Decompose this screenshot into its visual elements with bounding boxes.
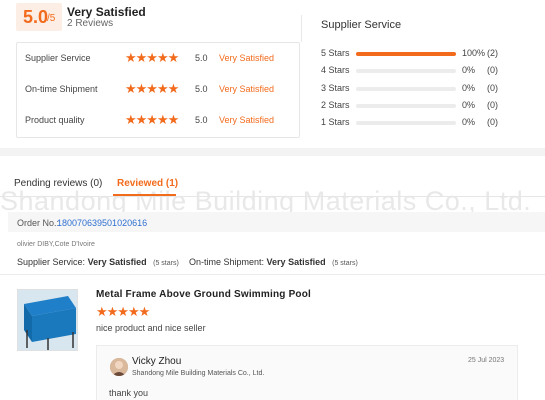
avatar-icon: [110, 358, 128, 376]
supplier-service-rating: Supplier Service: Very Satisfied (5 star…: [17, 257, 179, 267]
order-label: Order No.:: [17, 218, 60, 228]
distribution-bar: [356, 86, 456, 91]
distribution-percent: 100%: [462, 48, 486, 58]
shipment-stars: (5 stars): [332, 260, 358, 267]
criteria-stars: ★★★★★: [125, 112, 179, 127]
reply-company: Shandong Mile Building Materials Co., Lt…: [132, 370, 265, 377]
distribution-percent: 0%: [462, 65, 476, 76]
distribution-count: (0): [487, 65, 498, 76]
criteria-value: 5.0: [195, 53, 208, 63]
distribution-bar: [356, 103, 456, 108]
supplier-service-value: Very Satisfied: [87, 257, 147, 267]
pool-image: [18, 290, 77, 350]
criteria-satisfaction: Very Satisfied: [219, 84, 275, 94]
product-title[interactable]: Metal Frame Above Ground Swimming Pool: [96, 289, 311, 300]
distribution-bar: [356, 52, 456, 56]
shipment-label: On-time Shipment:: [189, 257, 265, 267]
distribution-count: (2): [487, 48, 498, 58]
distribution-bar: [356, 69, 456, 74]
divider: [301, 15, 302, 42]
criteria-stars: ★★★★★: [125, 81, 179, 96]
tab-reviewed[interactable]: Reviewed (1): [117, 178, 178, 189]
section-divider: [0, 148, 545, 156]
product-stars: ★★★★★: [96, 304, 150, 319]
supplier-service-label: Supplier Service:: [17, 257, 86, 267]
distribution-label: 3 Stars: [321, 82, 350, 93]
criteria-stars: ★★★★★: [125, 50, 179, 65]
shipment-value: Very Satisfied: [266, 257, 326, 267]
criteria-label: Supplier Service: [25, 53, 91, 63]
score-denominator: /5: [47, 13, 56, 24]
distribution-count: (0): [487, 117, 498, 128]
distribution-percent: 0%: [462, 117, 476, 128]
distribution-label: 4 Stars: [321, 65, 350, 76]
criteria-label: On-time Shipment: [25, 84, 98, 94]
distribution-count: (0): [487, 99, 498, 110]
review-comment: nice product and nice seller: [96, 323, 206, 333]
distribution-bar-fill: [356, 52, 456, 56]
shipment-rating: On-time Shipment: Very Satisfied (5 star…: [189, 257, 358, 267]
distribution-percent: 0%: [462, 99, 476, 110]
criteria-satisfaction: Very Satisfied: [219, 115, 275, 125]
criteria-value: 5.0: [195, 84, 208, 94]
avatar: [110, 358, 128, 376]
supplier-service-stars: (5 stars): [153, 260, 179, 267]
order-number-link[interactable]: 180070639501020616: [57, 218, 147, 228]
distribution-count: (0): [487, 82, 498, 93]
criteria-value: 5.0: [195, 115, 208, 125]
buyer-info: olivier DIBY,Cote D'Ivoire: [17, 241, 95, 248]
product-image[interactable]: [17, 289, 78, 351]
distribution-label: 2 Stars: [321, 99, 350, 110]
review-count: 2 Reviews: [67, 18, 114, 29]
distribution-title: Supplier Service: [321, 19, 402, 31]
overall-rating-label: Very Satisfied: [67, 5, 146, 19]
distribution-bar: [356, 121, 456, 126]
overall-score: 5.0: [23, 7, 49, 27]
reply-date: 25 Jul 2023: [468, 357, 505, 364]
criteria-satisfaction: Very Satisfied: [219, 53, 275, 63]
active-tab-indicator: [113, 194, 176, 196]
distribution-label: 5 Stars: [321, 48, 350, 58]
criteria-label: Product quality: [25, 115, 85, 125]
distribution-percent: 0%: [462, 82, 476, 93]
tabs-baseline: [0, 196, 545, 197]
divider: [0, 274, 545, 275]
distribution-label: 1 Stars: [321, 117, 350, 128]
tab-pending-reviews[interactable]: Pending reviews (0): [14, 178, 102, 189]
reply-text: thank you: [109, 388, 149, 398]
reply-author: Vicky Zhou: [132, 356, 182, 367]
